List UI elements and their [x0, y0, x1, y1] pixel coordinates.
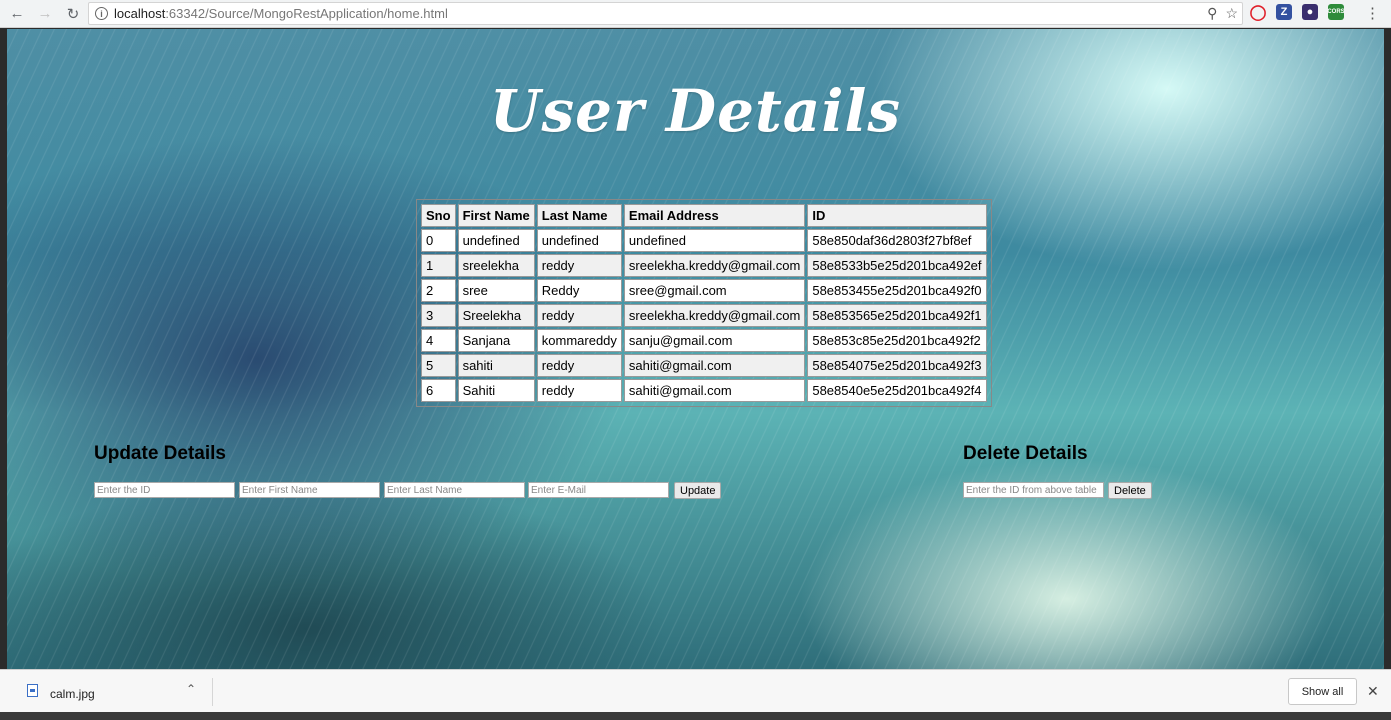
users-table: Sno First Name Last Name Email Address I…	[419, 202, 989, 404]
table-row: 5 sahiti reddy sahiti@gmail.com 58e85407…	[421, 354, 987, 377]
cell-sno: 2	[421, 279, 456, 302]
bookmark-star-icon[interactable]: ☆	[1225, 5, 1238, 22]
cell-id: 58e850daf36d2803f27bf8ef	[807, 229, 987, 252]
cell-id: 58e8540e5e25d201bca492f4	[807, 379, 987, 402]
download-shelf: calm.jpg ⌃ Show all ✕	[0, 669, 1391, 712]
update-first-name-input[interactable]	[239, 482, 380, 498]
cell-email: sreelekha.kreddy@gmail.com	[623, 304, 806, 327]
table-header-row: Sno First Name Last Name Email Address I…	[421, 204, 987, 227]
cell-last-name: reddy	[536, 354, 622, 377]
delete-id-input[interactable]	[963, 482, 1104, 498]
browser-toolbar: ← → ↻ i localhost:63342/Source/MongoRest…	[0, 0, 1391, 28]
cell-last-name: reddy	[536, 304, 622, 327]
cell-last-name: kommareddy	[536, 329, 622, 352]
cell-email: sahiti@gmail.com	[623, 379, 806, 402]
table-row: 1 sreelekha reddy sreelekha.kreddy@gmail…	[421, 254, 987, 277]
header-first-name: First Name	[457, 204, 535, 227]
cell-email: undefined	[623, 229, 806, 252]
cell-id: 58e853455e25d201bca492f0	[807, 279, 987, 302]
header-id: ID	[807, 204, 987, 227]
cell-last-name: reddy	[536, 379, 622, 402]
update-id-input[interactable]	[94, 482, 235, 498]
table-row: 4 Sanjana kommareddy sanju@gmail.com 58e…	[421, 329, 987, 352]
page-content: User Details Sno First Name Last Name Em…	[7, 29, 1384, 669]
cell-id: 58e8533b5e25d201bca492ef	[807, 254, 987, 277]
close-icon[interactable]: ✕	[1367, 683, 1379, 700]
cell-last-name: undefined	[536, 229, 622, 252]
download-file-name[interactable]: calm.jpg	[50, 687, 95, 701]
cell-sno: 0	[421, 229, 456, 252]
cell-first-name: Sahiti	[457, 379, 535, 402]
info-icon[interactable]: i	[95, 7, 108, 20]
cell-sno: 6	[421, 379, 456, 402]
cors-extension-icon[interactable]: CORS	[1327, 4, 1345, 20]
cell-email: sanju@gmail.com	[623, 329, 806, 352]
cell-email: sahiti@gmail.com	[623, 354, 806, 377]
show-all-button[interactable]: Show all	[1288, 678, 1357, 705]
cell-sno: 1	[421, 254, 456, 277]
table-row: 2 sree Reddy sree@gmail.com 58e853455e25…	[421, 279, 987, 302]
shelf-divider	[212, 678, 213, 706]
table-row: 3 Sreelekha reddy sreelekha.kreddy@gmail…	[421, 304, 987, 327]
cell-id: 58e854075e25d201bca492f3	[807, 354, 987, 377]
cell-first-name: undefined	[457, 229, 535, 252]
cell-last-name: reddy	[536, 254, 622, 277]
taskbar-strip	[0, 712, 1391, 720]
update-last-name-input[interactable]	[384, 482, 525, 498]
users-table-wrapper: Sno First Name Last Name Email Address I…	[416, 199, 992, 407]
zotero-extension-icon[interactable]: Z	[1276, 4, 1292, 20]
cell-first-name: sahiti	[457, 354, 535, 377]
cell-last-name: Reddy	[536, 279, 622, 302]
cell-first-name: Sreelekha	[457, 304, 535, 327]
cell-id: 58e853565e25d201bca492f1	[807, 304, 987, 327]
back-arrow-icon[interactable]: ←	[6, 3, 28, 25]
header-email: Email Address	[623, 204, 806, 227]
cell-first-name: Sanjana	[457, 329, 535, 352]
table-row: 6 Sahiti reddy sahiti@gmail.com 58e8540e…	[421, 379, 987, 402]
cell-sno: 3	[421, 304, 456, 327]
header-sno: Sno	[421, 204, 456, 227]
opera-extension-icon[interactable]: ◯	[1250, 4, 1267, 21]
url-host: localhost	[114, 6, 166, 21]
cell-first-name: sreelekha	[457, 254, 535, 277]
update-section-title: Update Details	[94, 443, 226, 464]
cell-sno: 4	[421, 329, 456, 352]
reload-icon[interactable]: ↻	[62, 3, 84, 25]
delete-section-title: Delete Details	[963, 443, 1088, 464]
zoom-icon[interactable]: ⚲	[1207, 5, 1217, 22]
cell-sno: 5	[421, 354, 456, 377]
update-button[interactable]: Update	[674, 482, 722, 499]
address-bar[interactable]: i localhost:63342/Source/MongoRestApplic…	[88, 2, 1243, 25]
header-last-name: Last Name	[536, 204, 622, 227]
delete-button[interactable]: Delete	[1108, 482, 1152, 499]
chevron-up-icon[interactable]: ⌃	[186, 682, 196, 696]
cell-first-name: sree	[457, 279, 535, 302]
menu-dots-icon[interactable]: ⋮	[1365, 4, 1380, 22]
spy-extension-icon[interactable]: ●	[1302, 4, 1318, 20]
image-file-icon[interactable]	[27, 684, 38, 697]
cell-email: sreelekha.kreddy@gmail.com	[623, 254, 806, 277]
forward-arrow-icon[interactable]: →	[34, 3, 56, 25]
update-email-input[interactable]	[528, 482, 669, 498]
url-path: :63342/Source/MongoRestApplication/home.…	[165, 6, 448, 21]
cell-id: 58e853c85e25d201bca492f2	[807, 329, 987, 352]
table-row: 0 undefined undefined undefined 58e850da…	[421, 229, 987, 252]
page-title: User Details	[489, 77, 902, 145]
cell-email: sree@gmail.com	[623, 279, 806, 302]
